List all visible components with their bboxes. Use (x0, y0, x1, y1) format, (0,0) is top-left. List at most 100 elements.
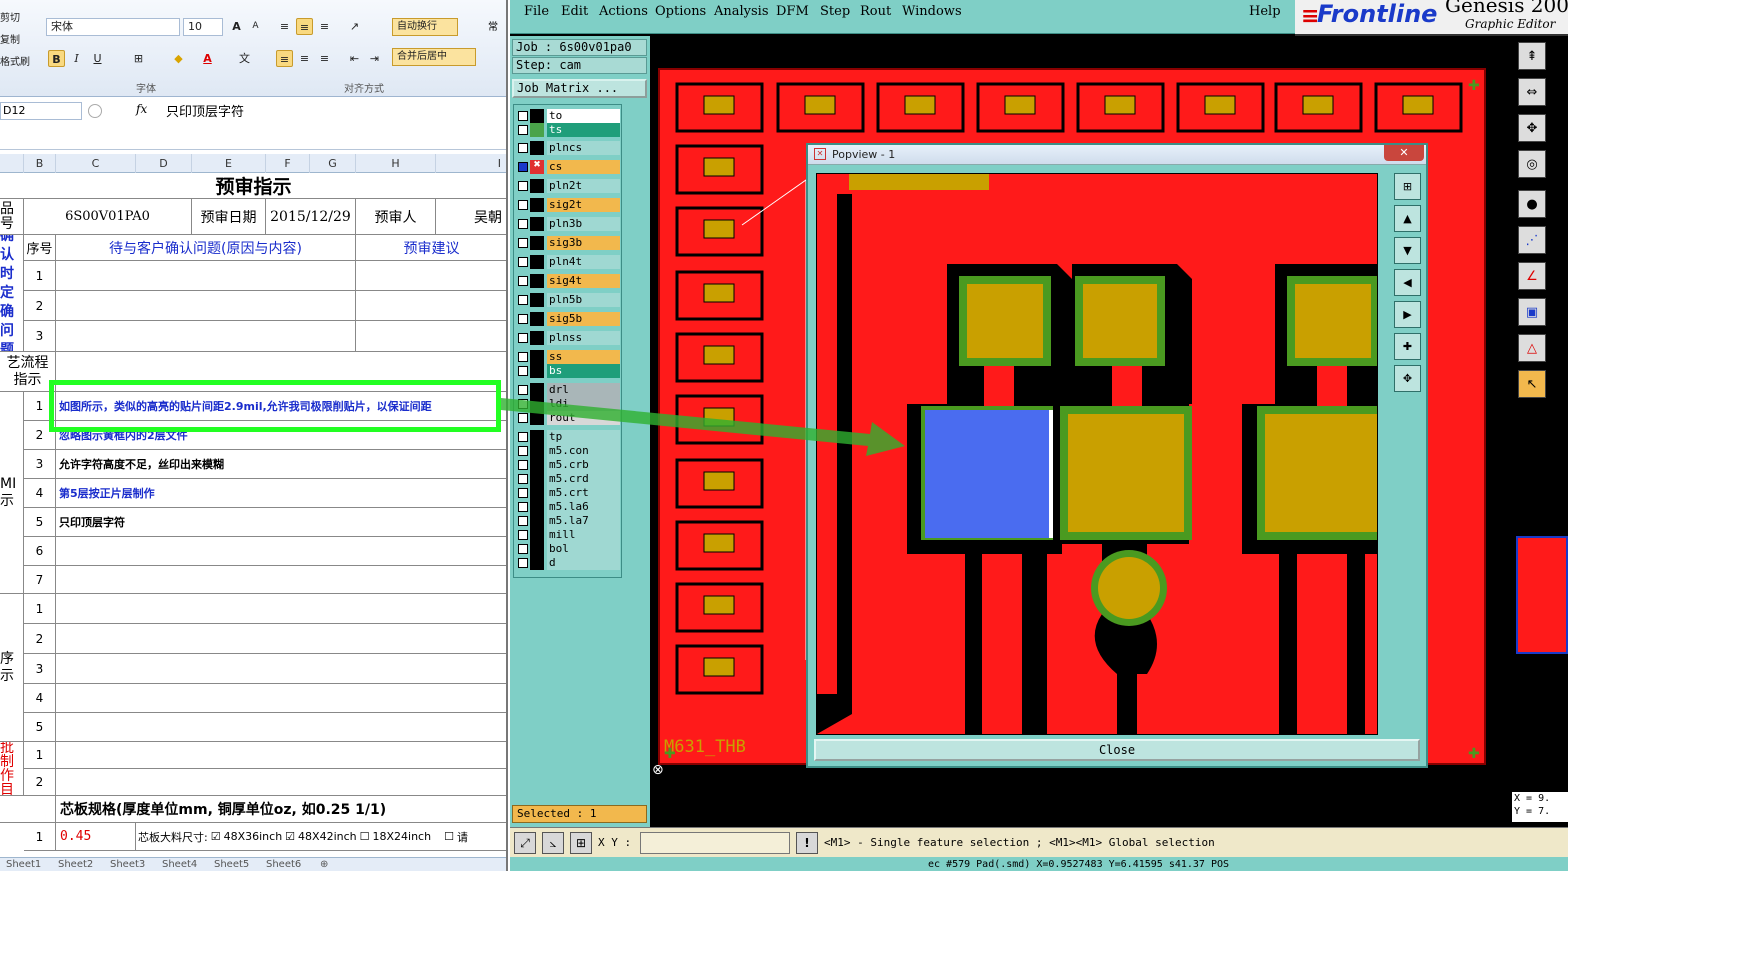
checkbox-icon[interactable] (518, 502, 528, 512)
instruction-cell[interactable]: 允许字符高度不足，丝印出来模糊 (56, 450, 506, 479)
column-header[interactable]: E (192, 154, 266, 173)
zoom-home-icon[interactable]: ⊞ (1394, 173, 1421, 200)
checkbox-icon[interactable] (518, 295, 528, 305)
issue-cell[interactable] (56, 291, 356, 321)
menu-rout[interactable]: Rout (860, 4, 891, 19)
checkbox-icon[interactable] (518, 474, 528, 484)
process-label[interactable]: 艺流程指示 (0, 352, 56, 392)
column-header[interactable]: D (136, 154, 192, 173)
column-header[interactable]: H (356, 154, 436, 173)
popview-canvas[interactable] (816, 173, 1378, 735)
pan-right-icon[interactable]: ▶ (1394, 301, 1421, 328)
popview-window[interactable]: ✕ Popview - 1 ✕ ⊞ ▲ ▼ ◀ ▶ ✚ ✥ Close (806, 143, 1428, 768)
merge-center-button[interactable]: 合并后居中 (392, 48, 476, 66)
layer-row[interactable]: ss (516, 350, 620, 364)
checkbox-icon[interactable] (518, 276, 528, 286)
row-number[interactable]: 4 (24, 684, 56, 713)
sheet-title[interactable]: 预审指示 (0, 173, 506, 199)
selected-smd-pad[interactable] (925, 410, 1049, 538)
checkbox-checked-icon[interactable]: ☑ (285, 830, 295, 843)
layer-row[interactable]: ts (516, 123, 620, 137)
layer-row[interactable]: m5.crb (516, 458, 620, 472)
checkbox-checked-icon[interactable]: ☑ (211, 830, 221, 843)
measure-icon[interactable]: ⤢ (514, 832, 536, 854)
checkbox-icon[interactable] (518, 446, 528, 456)
copy-button[interactable]: 复制 (0, 30, 40, 52)
font-size-select[interactable]: 10 (183, 18, 223, 36)
snap-icon[interactable]: ◎ (1518, 150, 1546, 178)
insert-sheet-icon[interactable]: ⊕ (320, 859, 328, 870)
checkbox-icon[interactable] (518, 111, 528, 121)
instruction-cell[interactable] (56, 566, 506, 594)
issue-cell[interactable] (56, 321, 356, 352)
layer-row[interactable]: drl (516, 383, 620, 397)
checkbox-icon[interactable] (518, 488, 528, 498)
instruction-cell[interactable]: 第5层按正片层制作 (56, 479, 506, 508)
checkbox-icon[interactable] (518, 314, 528, 324)
format-painter-button[interactable]: 格式刷 (0, 52, 40, 74)
checkbox-icon[interactable] (518, 544, 528, 554)
menu-options[interactable]: Options (655, 4, 706, 19)
layer-row[interactable]: mill (516, 528, 620, 542)
pan-up-icon[interactable]: ▲ (1394, 205, 1421, 232)
row-number[interactable]: 6 (24, 537, 56, 566)
step-field[interactable]: Step: cam (512, 57, 647, 74)
issue-header[interactable]: 待与客户确认问题(原因与内容) (56, 235, 356, 261)
triangle-icon[interactable]: △ (1518, 334, 1546, 362)
connect-icon[interactable]: ⋰ (1518, 226, 1546, 254)
checkbox-icon[interactable] (518, 460, 528, 470)
checkbox-icon[interactable] (518, 432, 528, 442)
checkbox-icon[interactable] (518, 181, 528, 191)
checkbox-icon[interactable] (518, 238, 528, 248)
move-icon[interactable]: ⇔ (1518, 78, 1546, 106)
layer-row[interactable]: plncs (516, 141, 620, 155)
section3-cell[interactable] (56, 654, 506, 684)
pad-icon[interactable]: ● (1518, 190, 1546, 218)
mi-side-label[interactable]: MI示 (0, 392, 24, 594)
menu-file[interactable]: File (524, 4, 549, 19)
layer-row[interactable]: rout (516, 411, 620, 425)
row-number[interactable]: 7 (24, 566, 56, 594)
checkbox-icon[interactable] (518, 399, 528, 409)
layer-row[interactable]: bs (516, 364, 620, 378)
row-number[interactable]: 1 (24, 261, 56, 291)
layer-row[interactable]: sig2t (516, 198, 620, 212)
section3-cell[interactable] (56, 594, 506, 624)
issue-cell[interactable] (56, 261, 356, 291)
row-number[interactable]: 3 (24, 654, 56, 684)
advice-cell[interactable] (356, 261, 506, 291)
bold-button[interactable]: B (48, 50, 65, 67)
name-box[interactable]: D12 (0, 102, 82, 120)
part-no-value[interactable]: 6S00V01PA0 (24, 199, 192, 235)
section4-side-label[interactable]: 批制作目 (0, 742, 24, 796)
row-number[interactable]: 2 (24, 624, 56, 654)
layer-row[interactable]: m5.la7 (516, 514, 620, 528)
wrap-text-button[interactable]: 自动换行 (392, 18, 458, 36)
job-matrix-button[interactable]: Job Matrix ... (512, 79, 647, 98)
core-thickness[interactable]: 0.45 (56, 823, 136, 851)
section4-cell[interactable] (56, 769, 506, 796)
layer-row[interactable]: pln4t (516, 255, 620, 269)
layer-row[interactable]: plnss (516, 331, 620, 345)
close-window-button[interactable]: ✕ (1384, 145, 1424, 161)
instruction-cell[interactable]: 只印顶层字符 (56, 508, 506, 537)
layer-row[interactable]: sig4t (516, 274, 620, 288)
checkbox-icon[interactable] (518, 125, 528, 135)
layer-row[interactable]: tp (516, 430, 620, 444)
pointer-icon[interactable]: ↖ (1518, 370, 1546, 398)
layer-row[interactable]: pln2t (516, 179, 620, 193)
advice-cell[interactable] (356, 291, 506, 321)
section1-side-label[interactable]: 确认时定确问题 (0, 235, 24, 352)
column-header[interactable]: C (56, 154, 136, 173)
reviewer-value[interactable]: 吴朝 (436, 199, 506, 235)
section4-cell[interactable] (56, 742, 506, 769)
review-date-label[interactable]: 预审日期 (192, 199, 266, 235)
align-bottom-icon[interactable]: ≡ (316, 18, 333, 35)
core-spec-blank[interactable] (0, 796, 56, 823)
advice-header[interactable]: 预审建议 (356, 235, 506, 261)
raise-icon[interactable]: ⇞ (1518, 42, 1546, 70)
seq-header[interactable]: 序号 (24, 235, 56, 261)
column-header[interactable]: B (24, 154, 56, 173)
menu-windows[interactable]: Windows (902, 4, 962, 19)
layer-row[interactable]: m5.crd (516, 472, 620, 486)
